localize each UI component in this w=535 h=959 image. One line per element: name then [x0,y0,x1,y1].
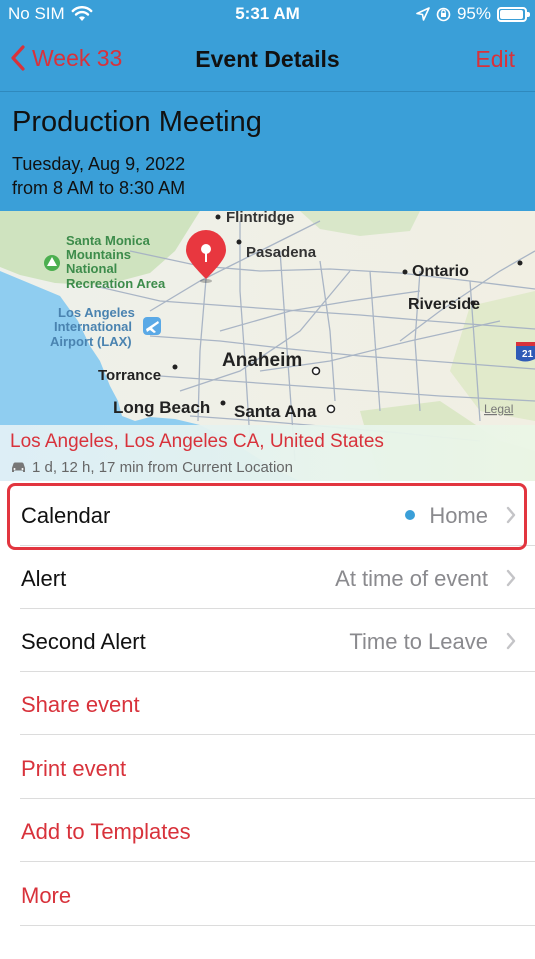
map-label-lax-3: Airport (LAX) [50,334,132,349]
share-event-label: Share event [21,692,140,717]
battery-percent: 95% [456,4,491,23]
map-label-santa-monica-2: Mountains [66,247,131,262]
back-label: Week 33 [32,44,123,71]
map-label-santa-monica-3: National [66,261,117,276]
map-label-anaheim: Anaheim [222,350,302,371]
calendar-row[interactable]: Calendar Home [20,483,535,546]
nav-bar: Week 33 Event Details Edit [0,34,535,86]
orientation-lock-icon [436,7,451,21]
chevron-right-icon [506,632,516,650]
event-title: Production Meeting [12,106,262,138]
map-label-lax-2: International [54,319,132,334]
map-legal-link[interactable]: Legal [484,402,513,416]
map-label-santa-ana: Santa Ana [234,402,317,421]
chevron-right-icon [506,506,516,524]
map-label-santa-monica-4: Recreation Area [66,276,166,291]
second-alert-value: Time to Leave [349,629,488,654]
alert-label: Alert [21,566,67,591]
map-label-santa-monica-1: Santa Monica [66,233,151,248]
battery-icon [497,6,530,22]
park-icon [44,255,60,271]
calendar-value-text: Home [429,503,488,528]
edit-button[interactable]: Edit [475,46,515,73]
second-alert-label: Second Alert [21,629,146,654]
map-label-pasadena: Pasadena [246,244,317,261]
map-label-riverside: Riverside [408,296,480,313]
more-button[interactable]: More [20,863,535,926]
nav-divider [0,91,535,92]
interstate-shield-icon: 21 [516,342,535,362]
map-label-long-beach: Long Beach [113,398,210,417]
event-time-range: from 8 AM to 8:30 AM [12,178,186,198]
travel-time-text: 1 d, 12 h, 17 min from Current Location [32,459,293,476]
back-button[interactable]: Week 33 [8,44,122,72]
print-event-button[interactable]: Print event [20,736,535,799]
alert-row[interactable]: Alert At time of event [20,546,535,609]
car-icon [12,462,25,472]
calendar-color-dot [405,510,416,521]
shield-number: 21 [522,349,534,360]
map-label-flintridge: Flintridge [226,211,294,226]
location-arrow-icon [416,7,430,21]
screen: No SIM 5:31 AM 95% Week 33 Event Details… [0,0,535,959]
alert-value: At time of event [335,566,488,591]
status-bar: No SIM 5:31 AM 95% [0,0,535,28]
chevron-right-icon [506,569,516,587]
second-alert-row[interactable]: Second Alert Time to Leave [20,609,535,672]
add-to-templates-button[interactable]: Add to Templates [20,799,535,862]
calendar-label: Calendar [21,503,111,528]
battery-fill [500,9,523,19]
share-event-button[interactable]: Share event [20,672,535,735]
print-event-label: Print event [21,756,127,781]
location-name[interactable]: Los Angeles, Los Angeles CA, United Stat… [10,431,384,453]
map-label-lax-1: Los Angeles [58,305,135,320]
add-to-templates-label: Add to Templates [21,819,191,844]
status-right: 95% [416,4,530,24]
calendar-value: Home [405,503,488,529]
airport-icon [143,317,161,335]
travel-time: 1 d, 12 h, 17 min from Current Location [10,459,293,476]
map-label-torrance: Torrance [98,367,161,384]
event-date: Tuesday, Aug 9, 2022 [12,154,186,174]
chevron-left-icon [11,45,25,71]
map-label-ontario: Ontario [412,263,469,280]
more-label: More [21,883,72,908]
